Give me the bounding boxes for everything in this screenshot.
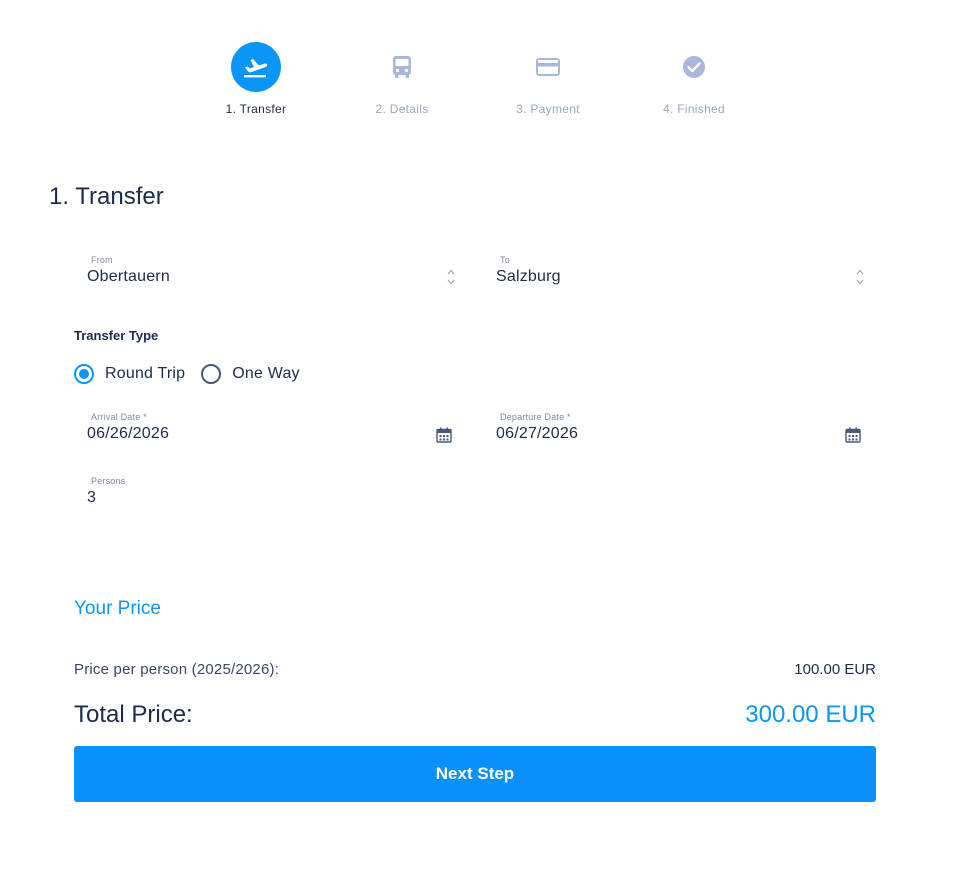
departure-date-field[interactable]: Departure Date * 06/27/2026 [483, 412, 861, 452]
persons-value: 3 [87, 489, 97, 506]
departure-date-label: Departure Date * [500, 412, 571, 422]
next-step-button[interactable]: Next Step [74, 746, 876, 802]
radio-label: Round Trip [105, 365, 186, 382]
select-arrows-icon [856, 269, 864, 285]
radio-label: One Way [232, 365, 300, 382]
step-label: 1. Transfer [225, 102, 287, 116]
step-details[interactable]: 2. Details [342, 42, 462, 116]
transfer-type-label: Transfer Type [74, 328, 159, 343]
to-label: To [500, 255, 510, 265]
step-payment[interactable]: 3. Payment [488, 42, 608, 116]
transfer-type-radio-group: Round Trip One Way [74, 363, 316, 385]
bus-icon [377, 42, 427, 92]
step-label: 3. Payment [516, 102, 580, 116]
radio-circle[interactable] [201, 364, 222, 384]
persons-field[interactable]: Persons 3 [74, 476, 274, 516]
to-select[interactable]: To Salzburg [483, 255, 865, 295]
step-transfer[interactable]: 1. Transfer [196, 42, 316, 116]
arrival-date-label: Arrival Date * [91, 412, 147, 422]
arrival-date-field[interactable]: Arrival Date * 06/26/2026 [74, 412, 452, 452]
persons-label: Persons [91, 476, 126, 486]
calendar-icon[interactable] [845, 427, 861, 443]
from-label: From [91, 255, 113, 265]
price-per-person-label: Price per person (2025/2026): [74, 661, 280, 678]
departure-date-value: 06/27/2026 [496, 425, 579, 442]
step-label: 4. Finished [663, 102, 725, 116]
radio-circle[interactable] [74, 364, 94, 384]
select-arrows-icon [447, 269, 455, 285]
from-select[interactable]: From Obertauern [74, 255, 456, 295]
total-price-value: 300.00 EUR [745, 701, 876, 728]
check-circle-icon [669, 42, 719, 92]
credit-card-icon [523, 42, 573, 92]
price-per-person-value: 100.00 EUR [794, 661, 876, 678]
radio-one-way[interactable]: One Way [201, 364, 300, 384]
progress-stepper: 1. Transfer 2. Details 3. Payment 4. Fin… [0, 42, 974, 122]
to-value: Salzburg [496, 268, 561, 285]
step-finished[interactable]: 4. Finished [634, 42, 754, 116]
calendar-icon[interactable] [436, 427, 452, 443]
step-label: 2. Details [375, 102, 429, 116]
total-price-label: Total Price: [74, 701, 193, 728]
page-title: 1. Transfer [49, 183, 164, 210]
plane-takeoff-icon [231, 42, 281, 92]
price-heading: Your Price [74, 598, 161, 619]
from-value: Obertauern [87, 268, 170, 285]
arrival-date-value: 06/26/2026 [87, 425, 170, 442]
radio-round-trip[interactable]: Round Trip [74, 364, 185, 384]
